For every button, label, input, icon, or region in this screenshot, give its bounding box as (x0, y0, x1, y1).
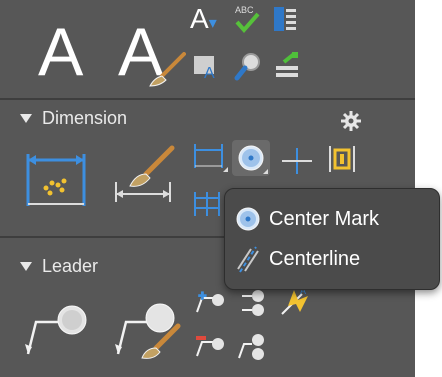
dimension-baseline-icon[interactable] (192, 188, 228, 220)
dimension-inspect-icon[interactable] (326, 142, 358, 176)
svg-text:A: A (204, 65, 215, 80)
text-style-icon[interactable] (272, 50, 302, 80)
text-mask-icon[interactable]: A (192, 52, 222, 80)
align-leaders-icon[interactable] (238, 288, 268, 318)
dimension-linear-icon[interactable] (24, 150, 88, 210)
spell-check-icon[interactable]: ABC (232, 2, 262, 36)
leader-section-header[interactable]: Leader (20, 256, 98, 277)
dimension-section-title: Dimension (42, 108, 128, 128)
svg-text:ABC: ABC (235, 5, 254, 15)
flyout-corner-icon (263, 169, 268, 174)
dimension-flyout-menu: Center Mark Centerline (224, 188, 440, 290)
text-multiline-icon[interactable]: A (38, 18, 83, 86)
menu-item-label: Centerline (269, 247, 361, 270)
section-divider (0, 98, 415, 100)
text-single-icon[interactable]: A▾ (190, 4, 217, 39)
menu-item-centerline[interactable]: Centerline (235, 239, 360, 279)
text-edit-icon[interactable]: A (118, 18, 188, 90)
leader-extra-icon[interactable] (236, 330, 268, 362)
multileader-style-icon[interactable] (112, 296, 182, 362)
dimension-section-header[interactable]: Dimension (20, 108, 127, 129)
leader-section-title: Leader (42, 256, 99, 276)
text-align-icon[interactable] (272, 4, 298, 34)
multileader-icon[interactable] (22, 300, 90, 360)
collapse-triangle-icon (20, 114, 32, 123)
center-mark-icon (238, 145, 264, 171)
dimension-style-icon[interactable] (112, 144, 178, 204)
menu-item-label: Center Mark (269, 207, 380, 230)
menu-item-center-mark[interactable]: Center Mark (235, 199, 379, 239)
add-leader-icon[interactable] (194, 290, 226, 316)
centerline-icon (237, 246, 259, 273)
dimension-break-icon[interactable] (280, 146, 314, 176)
remove-leader-icon[interactable] (194, 332, 226, 360)
find-text-icon[interactable] (234, 50, 264, 82)
brush-icon (149, 52, 186, 87)
flyout-corner-icon (223, 167, 228, 172)
center-mark-button[interactable] (232, 140, 270, 176)
collapse-triangle-icon (20, 262, 32, 271)
settings-gear-icon[interactable] (340, 110, 362, 132)
center-mark-icon (236, 207, 260, 231)
